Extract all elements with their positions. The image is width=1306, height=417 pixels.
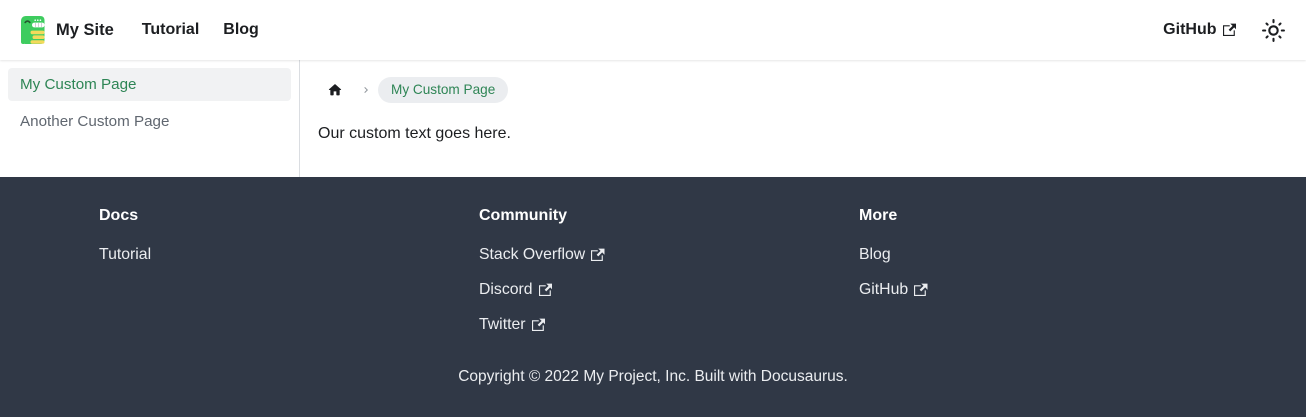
external-link-icon — [531, 318, 546, 332]
footer-link-tutorial[interactable]: Tutorial — [99, 242, 151, 268]
content-area: My Custom Page Another Custom Page My Cu… — [0, 60, 1306, 177]
footer-link-label: Twitter — [479, 316, 526, 334]
chevron-right-icon — [360, 84, 372, 96]
external-link-icon — [1222, 23, 1236, 37]
external-link-icon — [591, 248, 605, 262]
footer-link-discord[interactable]: Discord — [479, 277, 553, 303]
sidebar-menu: My Custom Page Another Custom Page — [8, 68, 291, 138]
footer-links-list: Stack Overflow Discord Twitter — [479, 242, 827, 338]
nav-item-github[interactable]: GitHub — [1151, 15, 1248, 45]
external-link-icon — [914, 283, 928, 297]
doc-main: My Custom Page Our custom text goes here… — [300, 60, 1306, 177]
navbar: My Site Tutorial Blog GitHub — [0, 0, 1306, 60]
footer-column-more: More Blog GitHub — [843, 207, 1223, 347]
navbar-left: My Site Tutorial Blog — [16, 14, 271, 46]
footer: Docs Tutorial Community Stack Overflow D… — [0, 176, 1306, 417]
sidebar-item-my-custom-page[interactable]: My Custom Page — [8, 68, 291, 101]
footer-container: Docs Tutorial Community Stack Overflow D… — [83, 207, 1223, 386]
dinosaur-logo-icon — [16, 14, 48, 46]
github-label: GitHub — [1163, 21, 1217, 38]
breadcrumb-home-link[interactable] — [316, 78, 354, 102]
footer-link-twitter[interactable]: Twitter — [479, 312, 546, 338]
breadcrumb: My Custom Page — [316, 77, 1290, 103]
footer-link-item: GitHub — [859, 277, 1207, 303]
sidebar-menu-item: Another Custom Page — [8, 105, 291, 138]
footer-link-item: Blog — [859, 242, 1207, 268]
page: My Site Tutorial Blog GitHub My Custom P… — [0, 0, 1306, 417]
nav-item-tutorial[interactable]: Tutorial — [130, 15, 211, 45]
navbar-right: GitHub — [1151, 13, 1290, 47]
footer-link-github[interactable]: GitHub — [859, 277, 928, 303]
footer-link-stack-overflow[interactable]: Stack Overflow — [479, 242, 605, 268]
footer-link-item: Discord — [479, 277, 827, 303]
footer-link-label: GitHub — [859, 280, 909, 298]
sun-icon — [1261, 18, 1285, 42]
footer-link-item: Stack Overflow — [479, 242, 827, 268]
footer-link-label: Tutorial — [99, 245, 152, 263]
footer-column-title: More — [859, 206, 898, 224]
docs-sidebar: My Custom Page Another Custom Page — [0, 60, 300, 177]
copyright-text: Copyright © 2022 My Project, Inc. Built … — [458, 368, 848, 386]
footer-column-title: Community — [479, 206, 567, 224]
footer-column-community: Community Stack Overflow Discord Twitter — [463, 207, 843, 347]
footer-link-label: Stack Overflow — [479, 245, 586, 263]
footer-columns: Docs Tutorial Community Stack Overflow D… — [83, 207, 1223, 347]
footer-link-item: Tutorial — [99, 242, 447, 268]
external-link-icon — [538, 283, 553, 297]
site-title: My Site — [56, 20, 114, 39]
footer-links-list: Tutorial — [99, 242, 447, 268]
footer-column-title: Docs — [99, 206, 139, 224]
footer-links-list: Blog GitHub — [859, 242, 1207, 303]
footer-link-blog[interactable]: Blog — [859, 242, 891, 268]
sidebar-menu-item: My Custom Page — [8, 68, 291, 101]
footer-link-label: Blog — [859, 245, 891, 263]
brand-link[interactable]: My Site — [16, 14, 114, 46]
sidebar-item-another-custom-page[interactable]: Another Custom Page — [8, 105, 291, 138]
theme-toggle-button[interactable] — [1256, 13, 1290, 47]
footer-link-label: Discord — [479, 280, 533, 298]
home-icon — [328, 84, 342, 96]
footer-link-item: Twitter — [479, 312, 827, 338]
footer-column-docs: Docs Tutorial — [83, 207, 463, 347]
page-text: Our custom text goes here. — [318, 124, 511, 142]
nav-item-blog[interactable]: Blog — [211, 15, 271, 45]
breadcrumb-current-badge: My Custom Page — [378, 77, 509, 103]
